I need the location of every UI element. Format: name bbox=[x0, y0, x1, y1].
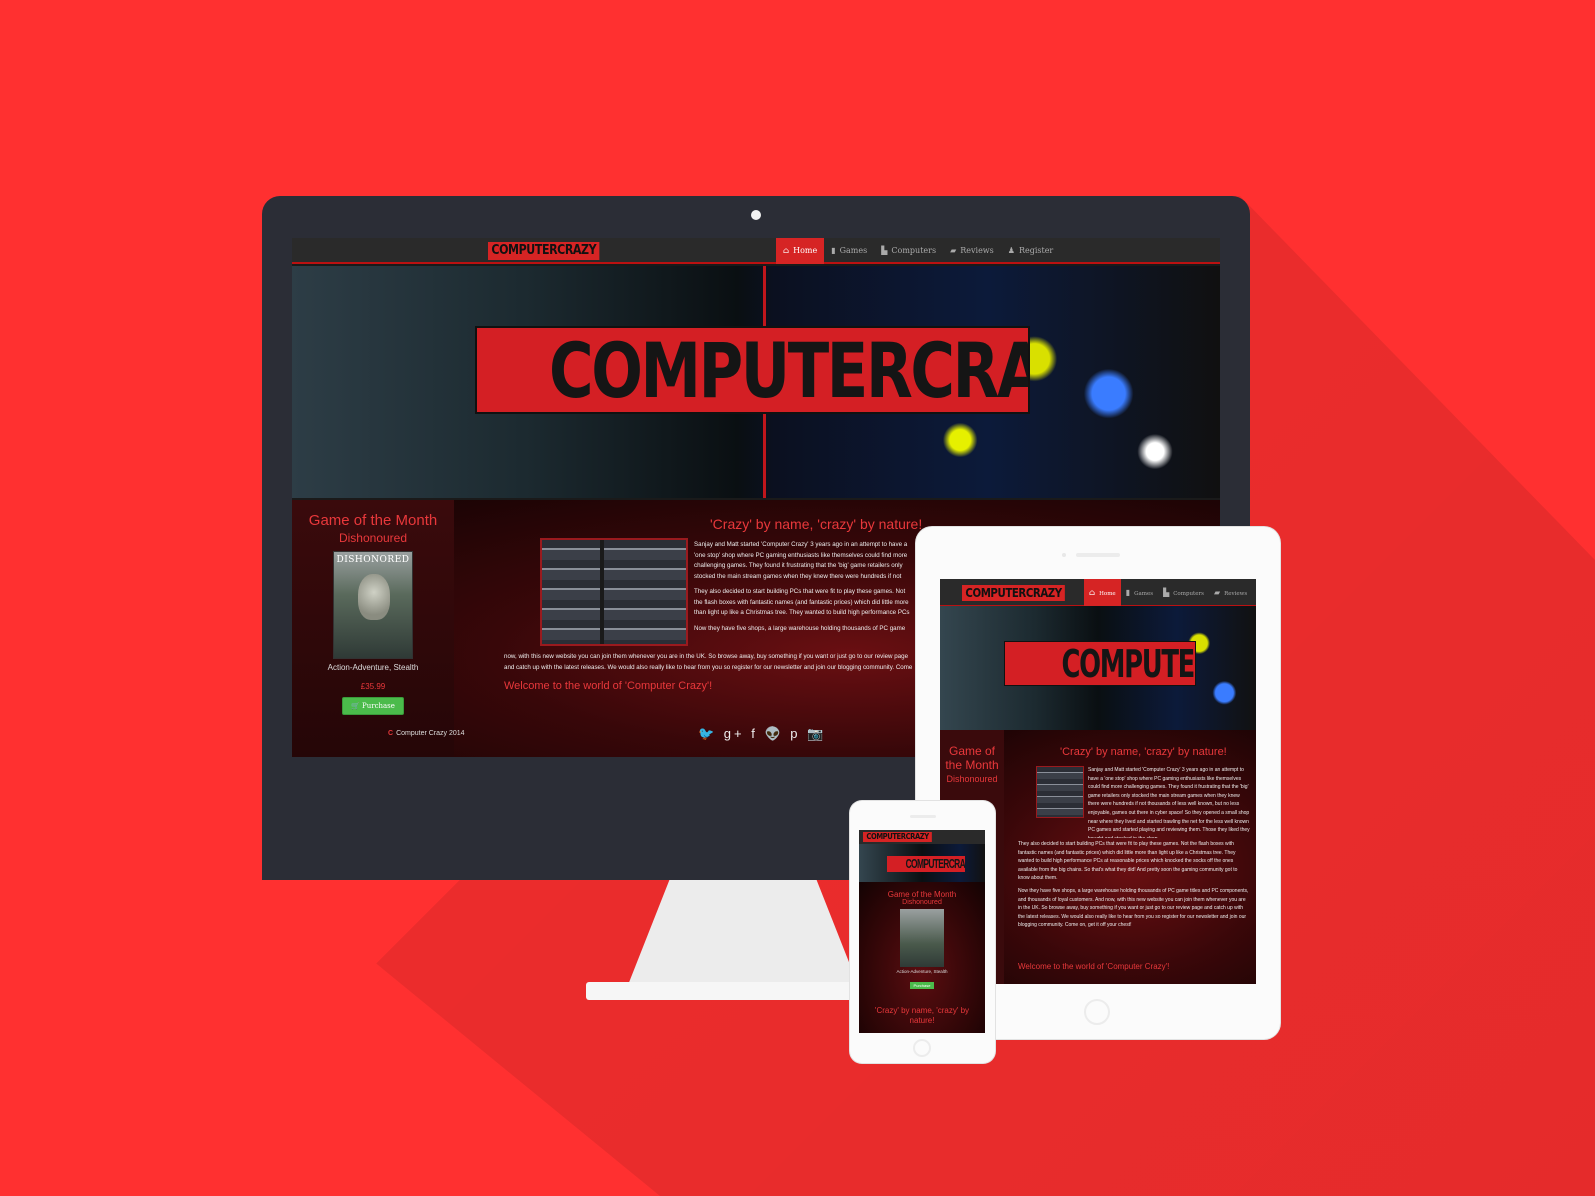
tablet-nav-home[interactable]: ⌂ Home bbox=[1084, 579, 1121, 606]
phone-hero-logo: COMPUTERCRAZY bbox=[887, 856, 965, 872]
nav-computers[interactable]: ▙ Computers bbox=[874, 238, 943, 264]
tablet-nav-register[interactable]: ♟Register bbox=[1252, 579, 1256, 606]
purchase-button[interactable]: 🛒 Purchase bbox=[342, 697, 404, 715]
phone-device: COMPUTERCRAZY COMPUTERCRAZY Game of the … bbox=[850, 801, 995, 1063]
tablet-hero-banner: COMPUTERCRAZY bbox=[940, 606, 1256, 730]
nav-label: Register bbox=[1018, 246, 1054, 255]
bookmark-icon: ▮ bbox=[1125, 588, 1131, 597]
user-icon: ♟ bbox=[1007, 246, 1015, 255]
phone-site-logo[interactable]: COMPUTERCRAZY bbox=[863, 832, 933, 842]
phone-screen: COMPUTERCRAZY COMPUTERCRAZY Game of the … bbox=[859, 830, 985, 1033]
about-paragraph: Now they have five shops, a large wareho… bbox=[694, 625, 906, 632]
home-icon: ⌂ bbox=[783, 246, 790, 255]
tablet-welcome-text: Welcome to the world of 'Computer Crazy'… bbox=[1018, 962, 1170, 971]
comment-icon: ▰ bbox=[950, 246, 957, 255]
tablet-gotm-heading-2: the Month bbox=[945, 758, 999, 772]
bookmark-icon: ▮ bbox=[831, 246, 836, 255]
phone-game-cover[interactable] bbox=[900, 909, 944, 967]
tablet-nav-menu: ⌂Home ▮Games ▙Computers ▰Reviews ♟Regist… bbox=[1084, 579, 1256, 606]
game-cover-image[interactable]: DISHONORED bbox=[333, 551, 413, 659]
nav-label: Reviews bbox=[960, 246, 994, 255]
social-icons[interactable]: 🐦 g+ f 👽 p 📷 bbox=[698, 726, 826, 742]
mini-logo-icon: C bbox=[388, 730, 394, 737]
gotm-game-name[interactable]: Dishonoured bbox=[292, 531, 454, 545]
phone-home-button[interactable] bbox=[913, 1039, 931, 1057]
tablet-about-paragraph: Now they have five shops, a large wareho… bbox=[1018, 887, 1249, 929]
tablet-about-title: 'Crazy' by name, 'crazy' by nature! bbox=[1060, 746, 1227, 758]
hero-logo: COMPUTERCRAZY bbox=[475, 326, 1030, 414]
nav-label: Computers bbox=[891, 246, 937, 255]
cover-title: DISHONORED bbox=[336, 555, 410, 565]
tablet-gotm-heading-1: Game of bbox=[948, 744, 996, 758]
tablet-home-button[interactable] bbox=[1084, 999, 1110, 1025]
game-of-month-panel: Game of the Month Dishonoured DISHONORED… bbox=[292, 500, 454, 757]
nav-reviews[interactable]: ▰ Reviews bbox=[943, 238, 1001, 264]
gotm-price: £35.99 bbox=[360, 682, 386, 691]
about-paragraph: They also decided to start building PCs … bbox=[694, 588, 910, 616]
phone-hero-banner: COMPUTERCRAZY bbox=[859, 844, 985, 882]
mask-art bbox=[358, 574, 390, 620]
tablet-nav-games[interactable]: ▮ Games bbox=[1121, 579, 1158, 606]
about-paragraph-wide: now, with this new website you can join … bbox=[504, 653, 913, 671]
tablet-nav-reviews[interactable]: ▰ Reviews bbox=[1209, 579, 1252, 606]
hero-banner: COMPUTERCRAZY bbox=[292, 266, 1220, 498]
nav-register[interactable]: ♟ Register bbox=[1001, 238, 1061, 264]
computer-icon: ▙ bbox=[881, 246, 888, 255]
about-paragraph: Sanjay and Matt started 'Computer Crazy'… bbox=[694, 541, 908, 580]
phone-gotm-game[interactable]: Dishonoured bbox=[859, 899, 985, 906]
nav-games[interactable]: ▮ Games bbox=[824, 238, 874, 264]
tablet-speaker bbox=[1076, 553, 1120, 557]
phone-purchase-button[interactable]: Purchase bbox=[909, 982, 935, 989]
camera bbox=[751, 210, 761, 220]
tablet-about-paragraph: They also decided to start building PCs … bbox=[1018, 841, 1238, 882]
gotm-genre: Action-Adventure, Stealth bbox=[327, 663, 419, 672]
tablet-about-text-wide: They also decided to start building PCs … bbox=[1018, 840, 1250, 960]
tablet-about-text: Sanjay and Matt started 'Computer Crazy'… bbox=[1088, 767, 1250, 838]
tablet-server-image bbox=[1036, 766, 1084, 818]
about-text: Sanjay and Matt started 'Computer Crazy'… bbox=[694, 540, 914, 640]
tablet-gotm-game[interactable]: Dishonoured bbox=[940, 772, 1004, 786]
phone-speaker bbox=[910, 815, 936, 818]
tablet-navbar: COMPUTERCRAZY ⌂ Home ▮ Games ▙ Computers ▰ R… bbox=[940, 579, 1256, 606]
about-section: 'Crazy' by name, 'crazy' by nature! Sanj… bbox=[502, 500, 942, 757]
phone-main-content: Game of the Month Dishonoured Action-Adv… bbox=[859, 882, 985, 1033]
navbar: COMPUTERCRAZY ⌂ Home ▮ Games ▙ Computers ▰ R… bbox=[292, 238, 1220, 264]
nav-menu: ⌂ Home ▮ Games ▙ Computers ▰ Reviews ♟ Regist… bbox=[776, 238, 1060, 264]
tablet-camera bbox=[1062, 553, 1066, 557]
nav-label: Home bbox=[793, 246, 818, 255]
phone-about-title: 'Crazy' by name, 'crazy' by nature! bbox=[874, 1006, 970, 1025]
welcome-text: Welcome to the world of 'Computer Crazy'… bbox=[504, 680, 713, 692]
nav-label: Games bbox=[839, 246, 868, 255]
server-rack-image bbox=[540, 538, 688, 646]
tablet-hero-logo: COMPUTERCRAZY bbox=[1004, 641, 1196, 686]
tablet-site-logo[interactable]: COMPUTERCRAZY bbox=[962, 585, 1066, 601]
tablet-nav-computers[interactable]: ▙ Computers bbox=[1158, 579, 1209, 606]
phone-gotm-heading: Game of the Month bbox=[887, 890, 957, 899]
comment-icon: ▰ bbox=[1213, 588, 1221, 597]
phone-gotm-genre: Action-Adventure, Stealth bbox=[896, 969, 948, 974]
computer-icon: ▙ bbox=[1163, 588, 1170, 597]
site-logo[interactable]: COMPUTERCRAZY bbox=[488, 242, 600, 260]
cart-icon: 🛒 bbox=[351, 702, 363, 710]
nav-home[interactable]: ⌂ Home bbox=[776, 238, 825, 264]
home-icon: ⌂ bbox=[1089, 588, 1096, 597]
footer-copyright: C Computer Crazy 2014 bbox=[388, 730, 465, 737]
phone-navbar: COMPUTERCRAZY bbox=[859, 830, 985, 844]
gotm-heading: Game of the Month bbox=[308, 512, 438, 529]
